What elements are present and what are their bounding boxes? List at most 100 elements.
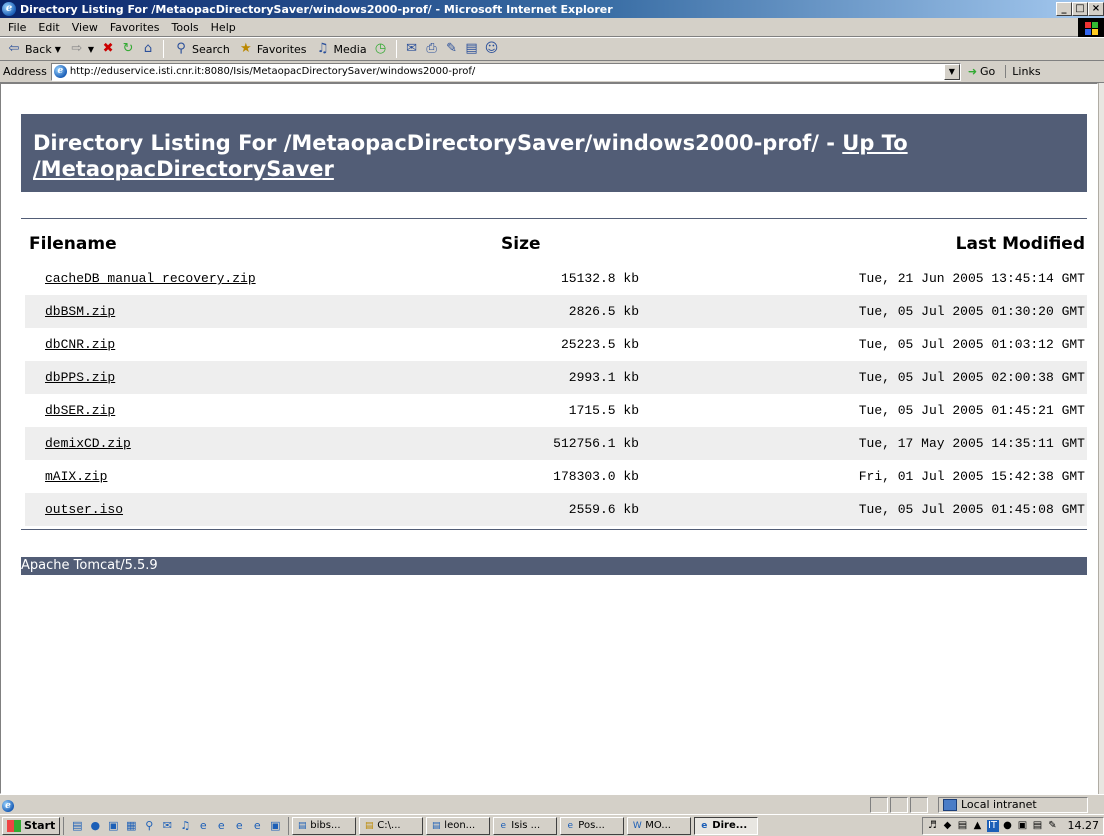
favorites-label: Favorites: [256, 42, 307, 56]
task-label: Isis ...: [511, 820, 541, 831]
ie-quicklaunch-icon[interactable]: e: [196, 819, 210, 833]
menu-edit[interactable]: Edit: [32, 21, 65, 34]
media-button[interactable]: ♫ Media: [313, 41, 369, 57]
address-input[interactable]: e http://eduservice.isti.cnr.it:8080/Isi…: [50, 62, 961, 81]
file-modified: Fri, 01 Jul 2005 15:42:38 GMT: [858, 469, 1085, 484]
minimize-button[interactable]: _: [1056, 2, 1072, 16]
task-button[interactable]: e Pos...: [560, 816, 625, 835]
media-icon: ♫: [316, 41, 329, 56]
menu-view[interactable]: View: [66, 21, 104, 34]
tray-icon[interactable]: ●: [1002, 820, 1014, 832]
ie-icon: e: [567, 820, 574, 831]
app-icon[interactable]: ✉: [160, 819, 174, 833]
search-button[interactable]: ⚲ Search: [171, 41, 232, 57]
ie-quicklaunch-icon[interactable]: e: [250, 819, 264, 833]
window-controls: _ □ ×: [1056, 2, 1104, 16]
tray-icon[interactable]: ▲: [972, 820, 984, 832]
mail-icon[interactable]: ✉: [404, 41, 420, 57]
task-button-active[interactable]: e Dire...: [694, 816, 759, 835]
history-icon[interactable]: ◷: [373, 41, 389, 57]
file-link[interactable]: demixCD.zip: [45, 436, 131, 451]
tray-icon[interactable]: ▤: [957, 820, 969, 832]
task-button[interactable]: ▤ C:\...: [359, 816, 424, 835]
favorites-icon: ★: [240, 41, 252, 56]
menu-help[interactable]: Help: [205, 21, 242, 34]
start-button[interactable]: Start: [2, 816, 61, 835]
favorites-button[interactable]: ★ Favorites: [236, 41, 309, 57]
forward-button[interactable]: ⇨ ▼: [67, 41, 96, 57]
file-link[interactable]: mAIX.zip: [45, 469, 107, 484]
word-icon: W: [632, 820, 642, 831]
stop-icon[interactable]: ✖: [100, 41, 116, 57]
address-dropdown-icon[interactable]: ▼: [943, 63, 960, 80]
task-label: leon...: [444, 820, 476, 831]
file-modified: Tue, 05 Jul 2005 01:45:08 GMT: [645, 493, 1087, 526]
menu-tools[interactable]: Tools: [166, 21, 205, 34]
status-text-area: e: [0, 798, 870, 812]
task-button[interactable]: W MO...: [627, 816, 692, 835]
task-button[interactable]: e Isis ...: [493, 816, 558, 835]
status-panel: [870, 796, 888, 813]
volume-icon[interactable]: ♬: [927, 820, 939, 832]
table-row: mAIX.zip 178303.0 kb Fri, 01 Jul 2005 15…: [25, 460, 1087, 493]
file-link[interactable]: dbPPS.zip: [45, 370, 115, 385]
links-button[interactable]: Links: [1005, 65, 1041, 78]
ie-quicklaunch-icon[interactable]: e: [232, 819, 246, 833]
file-link[interactable]: dbSER.zip: [45, 403, 115, 418]
file-size: 2993.1 kb: [385, 361, 645, 394]
close-button[interactable]: ×: [1088, 2, 1104, 16]
print-icon[interactable]: ⎙: [424, 41, 440, 57]
task-button[interactable]: ▤ leon...: [426, 816, 491, 835]
vertical-scrollbar[interactable]: [1098, 83, 1104, 794]
divider: [21, 529, 1087, 530]
app-icon[interactable]: ▦: [124, 819, 138, 833]
standard-toolbar: ⇦ Back ▼ ⇨ ▼ ✖ ↻ ⌂ ⚲ Search ★ Favorites …: [0, 37, 1104, 61]
zone-label: Local intranet: [961, 798, 1037, 811]
forward-arrow-icon: ⇨: [71, 41, 83, 56]
language-icon[interactable]: IT: [986, 819, 999, 832]
file-link[interactable]: dbCNR.zip: [45, 337, 115, 352]
file-size: 2826.5 kb: [385, 295, 645, 328]
refresh-icon[interactable]: ↻: [120, 41, 136, 57]
menu-favorites[interactable]: Favorites: [104, 21, 166, 34]
task-label: Dire...: [712, 820, 748, 831]
go-button[interactable]: ➜ Go: [968, 65, 995, 78]
app-icon[interactable]: ▣: [268, 819, 282, 833]
file-link[interactable]: outser.iso: [45, 502, 123, 517]
server-footer: Apache Tomcat/5.5.9: [21, 557, 1087, 575]
window-titlebar[interactable]: e Directory Listing For /MetaopacDirecto…: [0, 0, 1104, 18]
app-icon[interactable]: ⚲: [142, 819, 156, 833]
tray-icon[interactable]: ◆: [942, 820, 954, 832]
tray-icon[interactable]: ▣: [1017, 820, 1029, 832]
show-desktop-icon[interactable]: ▤: [70, 819, 84, 833]
table-row: dbPPS.zip 2993.1 kb Tue, 05 Jul 2005 02:…: [25, 361, 1087, 394]
back-button[interactable]: ⇦ Back ▼: [4, 41, 63, 57]
maximize-button[interactable]: □: [1072, 2, 1088, 16]
home-icon[interactable]: ⌂: [140, 41, 156, 57]
task-button[interactable]: ▤ bibs...: [292, 816, 357, 835]
file-size: 25223.5 kb: [560, 337, 639, 352]
file-link[interactable]: dbBSM.zip: [45, 304, 115, 319]
ie-quicklaunch-icon[interactable]: e: [214, 819, 228, 833]
file-size: 2559.6 kb: [385, 493, 645, 526]
quick-launch: ▤ ● ▣ ▦ ⚲ ✉ ♫ e e e e ▣: [63, 816, 290, 835]
windows-logo-icon: [1078, 18, 1104, 37]
app-icon[interactable]: ♫: [178, 819, 192, 833]
dropdown-icon: ▼: [87, 44, 95, 54]
app-icon[interactable]: ▣: [106, 819, 120, 833]
discuss-icon[interactable]: ▤: [464, 41, 480, 57]
edit-icon[interactable]: ✎: [444, 41, 460, 57]
app-icon[interactable]: ●: [88, 819, 102, 833]
task-label: Pos...: [578, 820, 605, 831]
toolbar-separator: [163, 40, 165, 58]
menu-file[interactable]: File: [2, 21, 32, 34]
address-url: http://eduservice.isti.cnr.it:8080/Isis/…: [69, 66, 476, 77]
file-link[interactable]: cacheDB_manual_recovery.zip: [45, 271, 256, 286]
file-size: 15132.8 kb: [560, 271, 639, 286]
tray-icon[interactable]: ▤: [1032, 820, 1044, 832]
messenger-icon[interactable]: ☺: [484, 41, 500, 57]
tray-icon[interactable]: ✎: [1047, 820, 1059, 832]
window-icon: ▤: [432, 820, 441, 831]
file-size: 1715.5 kb: [568, 403, 639, 418]
file-modified: Tue, 05 Jul 2005 01:03:12 GMT: [858, 337, 1085, 352]
